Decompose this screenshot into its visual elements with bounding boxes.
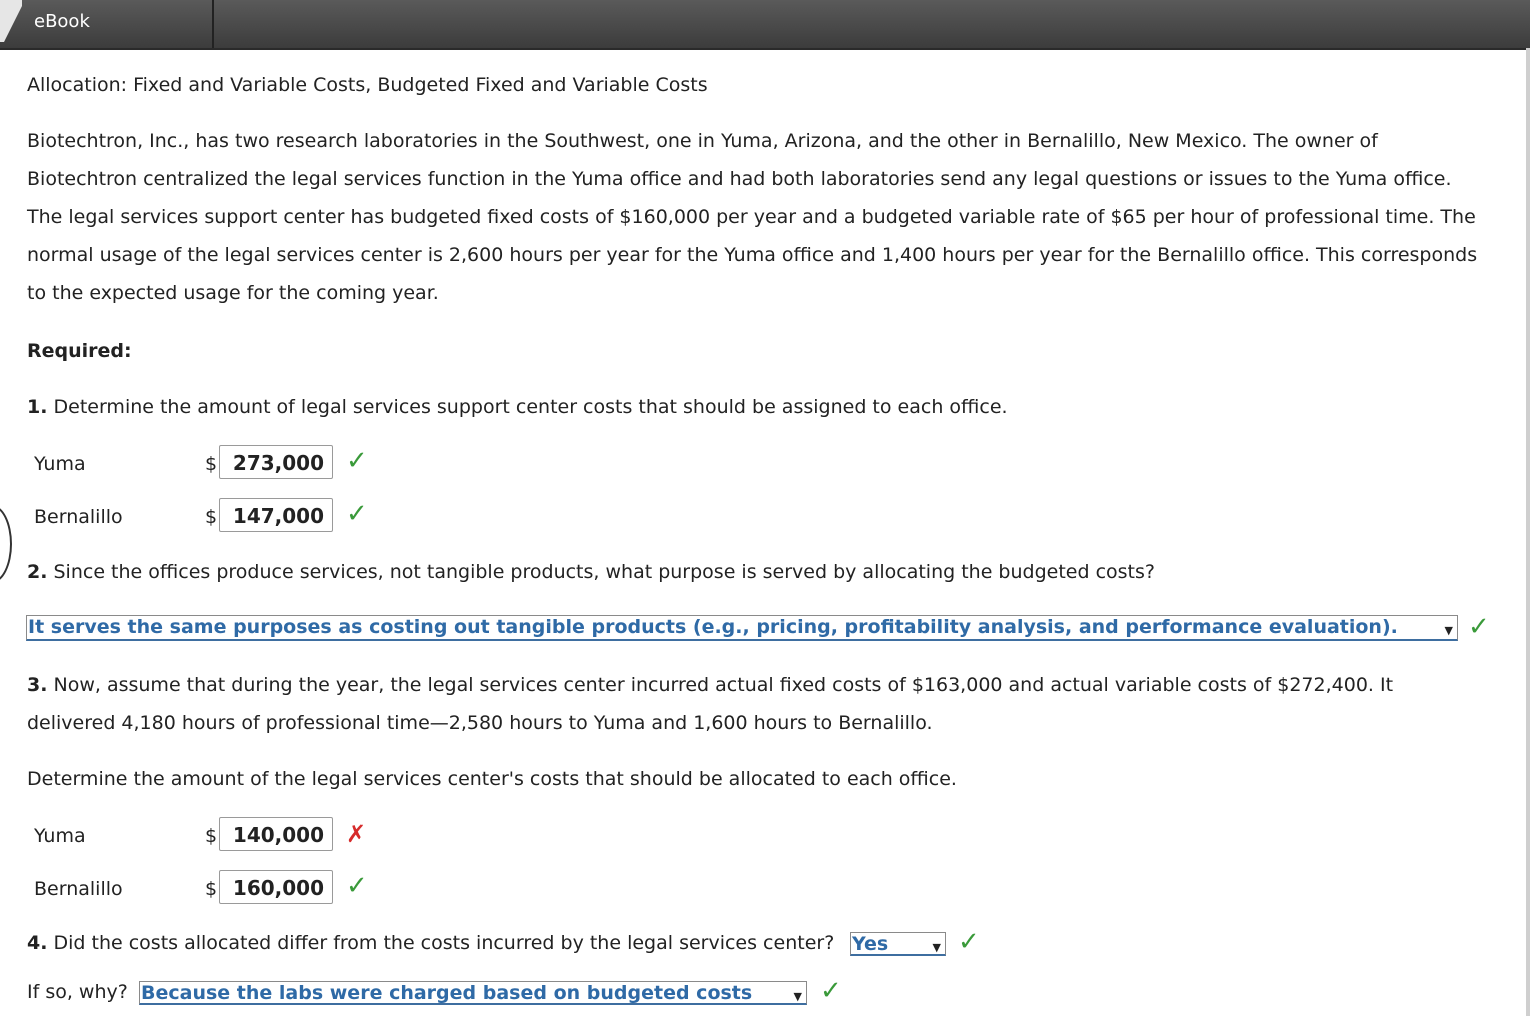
dropdown-caret-icon: ▼ xyxy=(1444,624,1453,637)
ebook-tab[interactable]: eBook xyxy=(0,0,214,48)
q1-yuma-input[interactable]: 273,000 xyxy=(219,445,333,479)
side-handle[interactable] xyxy=(0,505,12,583)
book-icon xyxy=(0,0,22,42)
q4-selected-option: Yes xyxy=(852,933,889,955)
currency-symbol: $ xyxy=(205,506,218,528)
question-number: 1. xyxy=(27,396,48,418)
x-mark-icon: ✗ xyxy=(346,820,367,848)
problem-title: Allocation: Fixed and Variable Costs, Bu… xyxy=(27,74,708,96)
check-icon: ✓ xyxy=(958,927,980,957)
question-number: 2. xyxy=(27,561,48,583)
q1-bernalillo-label: Bernalillo xyxy=(34,506,123,528)
question-3-instruction: Determine the amount of the legal servic… xyxy=(27,768,957,790)
q4-why-select[interactable]: Because the labs were charged based on b… xyxy=(139,981,807,1005)
question-1: 1. Determine the amount of legal service… xyxy=(27,388,1008,426)
q1-bernalillo-input[interactable]: 147,000 xyxy=(219,498,333,532)
required-heading: Required: xyxy=(27,340,132,362)
currency-symbol: $ xyxy=(205,878,218,900)
check-icon: ✓ xyxy=(1468,612,1490,642)
question-4: 4. Did the costs allocated differ from t… xyxy=(27,924,834,962)
check-icon: ✓ xyxy=(346,871,368,901)
why-label: If so, why? xyxy=(27,981,128,1003)
q3-bernalillo-input[interactable]: 160,000 xyxy=(219,870,333,904)
q1-yuma-label: Yuma xyxy=(34,453,86,475)
q3-yuma-label: Yuma xyxy=(34,825,86,847)
question-3-line-1: 3. Now, assume that during the year, the… xyxy=(27,666,1393,704)
check-icon: ✓ xyxy=(820,976,842,1006)
q3-yuma-input[interactable]: 140,000 xyxy=(219,817,333,851)
question-text: Since the offices produce services, not … xyxy=(47,561,1155,583)
intro-line: Biotechtron centralized the legal servic… xyxy=(27,168,1452,190)
question-text: Now, assume that during the year, the le… xyxy=(47,674,1394,696)
q3-bernalillo-label: Bernalillo xyxy=(34,878,123,900)
question-3-line-2: delivered 4,180 hours of professional ti… xyxy=(27,712,933,734)
top-bar: eBook xyxy=(0,0,1530,50)
ebook-tab-label: eBook xyxy=(34,11,90,32)
q4-differ-select[interactable]: Yes ▼ xyxy=(850,932,946,956)
intro-line: The legal services support center has bu… xyxy=(27,206,1476,228)
q4-why-selected-option: Because the labs were charged based on b… xyxy=(141,982,753,1004)
problem-intro: Biotechtron, Inc., has two research labo… xyxy=(27,122,1517,312)
q2-purpose-select[interactable]: It serves the same purposes as costing o… xyxy=(26,615,1458,641)
intro-line: Biotechtron, Inc., has two research labo… xyxy=(27,130,1378,152)
q2-selected-option: It serves the same purposes as costing o… xyxy=(28,616,1398,638)
question-number: 4. xyxy=(27,932,48,954)
check-icon: ✓ xyxy=(346,499,368,529)
dropdown-caret-icon: ▼ xyxy=(932,941,941,954)
scrollbar-edge xyxy=(1526,48,1530,1016)
currency-symbol: $ xyxy=(205,825,218,847)
question-2: 2. Since the offices produce services, n… xyxy=(27,553,1155,591)
check-icon: ✓ xyxy=(346,446,368,476)
intro-line: to the expected usage for the coming yea… xyxy=(27,282,439,304)
dropdown-caret-icon: ▼ xyxy=(793,990,802,1003)
question-text: Did the costs allocated differ from the … xyxy=(47,932,835,954)
question-number: 3. xyxy=(27,674,48,696)
intro-line: normal usage of the legal services cente… xyxy=(27,244,1478,266)
currency-symbol: $ xyxy=(205,453,218,475)
question-text: Determine the amount of legal services s… xyxy=(47,396,1008,418)
